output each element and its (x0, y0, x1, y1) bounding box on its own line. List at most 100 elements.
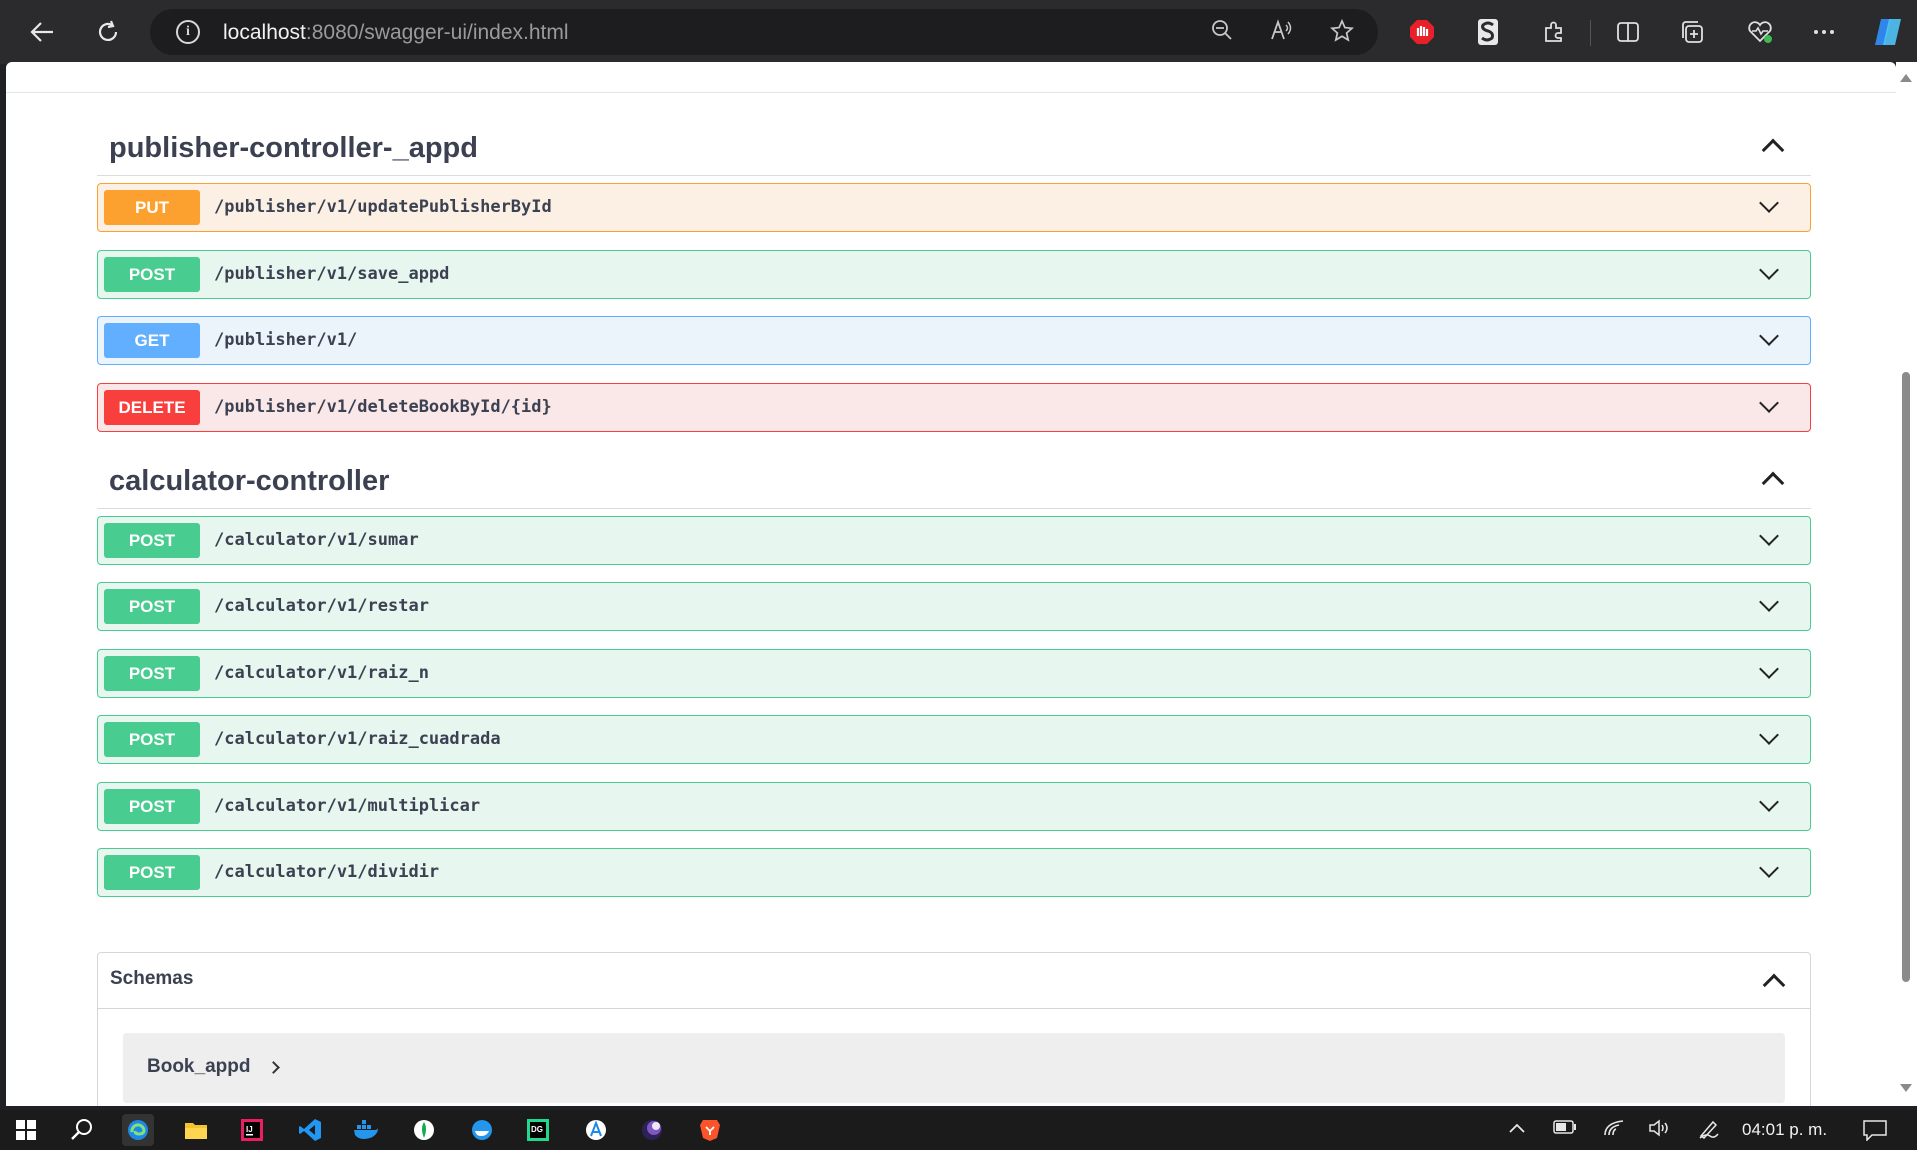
zoom-out-icon[interactable] (1208, 19, 1236, 47)
chevron-down-icon[interactable] (1759, 792, 1779, 812)
operation-post-raiz-n[interactable]: POST /calculator/v1/raiz_n (97, 649, 1811, 698)
operation-path: /calculator/v1/raiz_cuadrada (214, 729, 501, 749)
brave-icon[interactable] (694, 1114, 726, 1146)
refresh-icon[interactable] (88, 12, 128, 52)
mongodb-compass-icon[interactable] (408, 1114, 440, 1146)
page-viewport: publisher-controller-_appd PUT /publishe… (6, 62, 1896, 1106)
read-aloud-icon[interactable] (1268, 19, 1296, 47)
edge-icon[interactable] (122, 1114, 154, 1146)
section-title: publisher-controller-_appd (109, 132, 478, 164)
chevron-up-icon[interactable] (1762, 973, 1786, 997)
method-badge: POST (104, 523, 200, 558)
method-badge: POST (104, 722, 200, 757)
operation-path: /publisher/v1/ (214, 330, 358, 350)
eclipse-icon[interactable] (636, 1114, 668, 1146)
browser-toolbar: i localhost:8080/swagger-ui/index.html (0, 0, 1917, 64)
method-badge: POST (104, 656, 200, 691)
operation-path: /calculator/v1/raiz_n (214, 663, 429, 683)
svg-text:DG: DG (531, 1125, 543, 1134)
chevron-down-icon[interactable] (1759, 260, 1779, 280)
operation-path: /publisher/v1/save_appd (214, 264, 450, 284)
back-icon[interactable] (22, 12, 62, 52)
file-explorer-icon[interactable] (180, 1114, 212, 1146)
url-text[interactable]: localhost:8080/swagger-ui/index.html (223, 21, 569, 45)
browser-essentials-icon[interactable] (1742, 14, 1778, 50)
more-options-icon[interactable] (1806, 14, 1842, 50)
method-badge: PUT (104, 190, 200, 225)
split-screen-icon[interactable] (1610, 14, 1646, 50)
scribbr-extension-icon[interactable] (1470, 14, 1506, 50)
method-badge: POST (104, 855, 200, 890)
schemas-title: Schemas (110, 968, 194, 989)
chevron-down-icon[interactable] (1759, 326, 1779, 346)
info-icon[interactable]: i (176, 20, 200, 44)
method-badge: POST (104, 789, 200, 824)
scroll-down-icon[interactable] (1900, 1084, 1912, 1092)
docker-icon[interactable] (466, 1114, 498, 1146)
search-icon[interactable] (66, 1114, 98, 1146)
operation-path: /publisher/v1/deleteBookById/{id} (214, 397, 552, 417)
operation-get-publisher[interactable]: GET /publisher/v1/ (97, 316, 1811, 365)
collections-icon[interactable] (1674, 14, 1710, 50)
windows-start-icon[interactable] (10, 1114, 42, 1146)
operation-post-multiplicar[interactable]: POST /calculator/v1/multiplicar (97, 782, 1811, 831)
method-badge: DELETE (104, 390, 200, 425)
adblock-extension-icon[interactable] (1404, 14, 1440, 50)
tray-overflow-icon[interactable] (1508, 1119, 1526, 1139)
windows-taskbar: IJ DG 04:01 p. m. (0, 1110, 1917, 1150)
taskbar-clock[interactable]: 04:01 p. m. (1742, 1120, 1827, 1140)
datagrip-icon[interactable]: DG (522, 1114, 554, 1146)
extensions-icon[interactable] (1536, 14, 1572, 50)
operation-put-update-publisher[interactable]: PUT /publisher/v1/updatePublisherById (97, 183, 1811, 232)
chevron-down-icon[interactable] (1759, 858, 1779, 878)
chevron-down-icon[interactable] (1759, 393, 1779, 413)
operation-post-dividir[interactable]: POST /calculator/v1/dividir (97, 848, 1811, 897)
chevron-down-icon[interactable] (1759, 659, 1779, 679)
docker-desktop-icon[interactable] (350, 1114, 382, 1146)
intellij-icon[interactable]: IJ (236, 1114, 268, 1146)
vscode-icon[interactable] (294, 1114, 326, 1146)
notifications-icon[interactable] (1862, 1119, 1888, 1146)
section-calculator-controller[interactable]: calculator-controller (97, 455, 1811, 509)
operation-post-restar[interactable]: POST /calculator/v1/restar (97, 582, 1811, 631)
schema-model-book-appd[interactable]: Book_appd (123, 1033, 1785, 1103)
operation-post-sumar[interactable]: POST /calculator/v1/sumar (97, 516, 1811, 565)
volume-icon[interactable] (1648, 1119, 1672, 1142)
chevron-down-icon[interactable] (1759, 193, 1779, 213)
copilot-icon[interactable] (1870, 14, 1906, 50)
top-divider (6, 92, 1896, 93)
schemas-panel: Schemas Book_appd (97, 952, 1811, 1106)
operation-path: /calculator/v1/restar (214, 596, 429, 616)
pen-icon[interactable] (1698, 1119, 1720, 1144)
chevron-up-icon[interactable] (1761, 138, 1785, 162)
app-icon[interactable] (580, 1114, 612, 1146)
page-scrollbar[interactable] (1896, 62, 1917, 1106)
chevron-up-icon[interactable] (1761, 471, 1785, 495)
method-badge: POST (104, 589, 200, 624)
section-title: calculator-controller (109, 465, 390, 497)
method-badge: GET (104, 323, 200, 358)
chevron-down-icon[interactable] (1759, 592, 1779, 612)
method-badge: POST (104, 257, 200, 292)
operation-delete-book[interactable]: DELETE /publisher/v1/deleteBookById/{id} (97, 383, 1811, 432)
operation-path: /calculator/v1/sumar (214, 530, 419, 550)
svg-text:IJ: IJ (246, 1125, 253, 1134)
section-publisher-controller[interactable]: publisher-controller-_appd (97, 122, 1811, 176)
wifi-icon[interactable] (1603, 1119, 1625, 1142)
operation-path: /publisher/v1/updatePublisherById (214, 197, 552, 217)
chevron-down-icon[interactable] (1759, 725, 1779, 745)
chevron-right-icon[interactable] (267, 1061, 280, 1074)
scrollbar-thumb[interactable] (1902, 372, 1910, 982)
address-bar[interactable]: i localhost:8080/swagger-ui/index.html (150, 9, 1378, 55)
favorite-star-icon[interactable] (1328, 18, 1356, 47)
operation-path: /calculator/v1/multiplicar (214, 796, 481, 816)
battery-icon[interactable] (1553, 1119, 1577, 1139)
operation-post-raiz-cuadrada[interactable]: POST /calculator/v1/raiz_cuadrada (97, 715, 1811, 764)
operation-path: /calculator/v1/dividir (214, 862, 440, 882)
chevron-down-icon[interactable] (1759, 526, 1779, 546)
operation-post-save-appd[interactable]: POST /publisher/v1/save_appd (97, 250, 1811, 299)
scroll-up-icon[interactable] (1900, 74, 1912, 82)
schemas-header[interactable]: Schemas (98, 953, 1810, 1009)
toolbar-separator (1590, 20, 1591, 46)
schema-model-name: Book_appd (147, 1056, 251, 1077)
